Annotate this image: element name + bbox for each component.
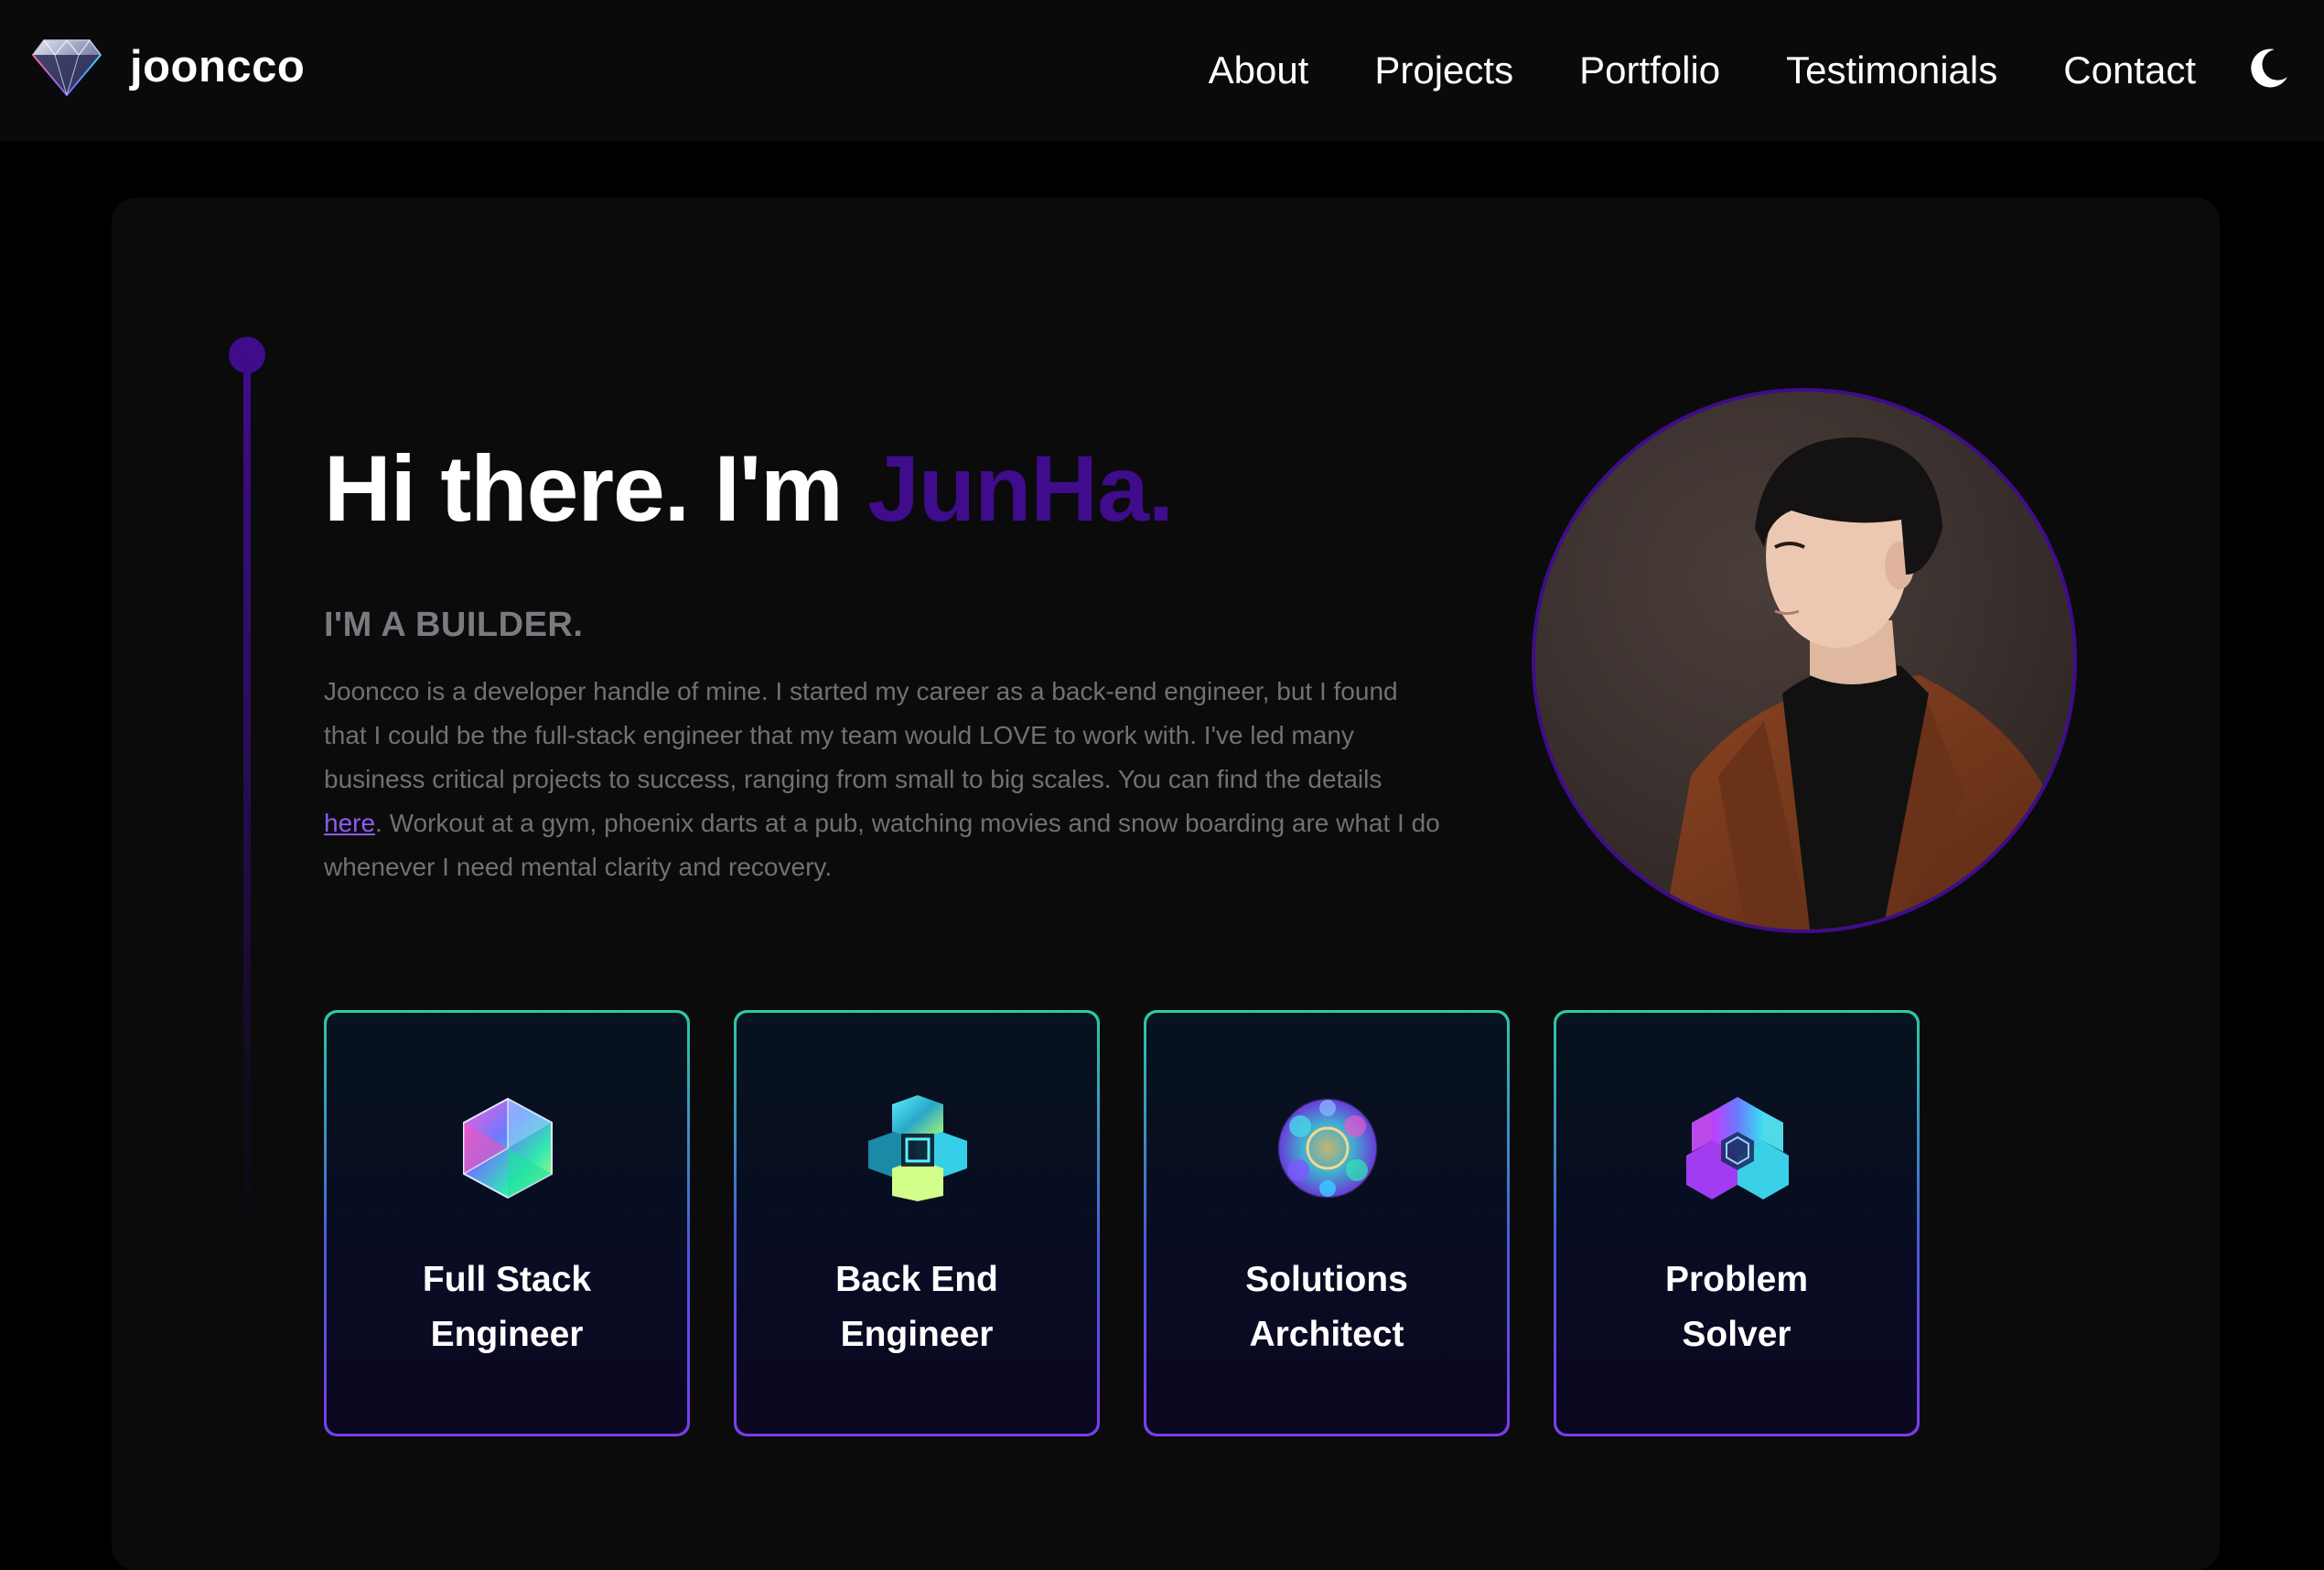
- timeline-line: [243, 353, 251, 1277]
- brand-home-link[interactable]: jooncco: [31, 35, 305, 99]
- brand-name: jooncco: [130, 42, 306, 91]
- role-card-problem-solver: Problem Solver: [1554, 1010, 1920, 1436]
- hero-title: Hi there. I'm JunHa.: [324, 436, 1174, 543]
- diamond-icon: [32, 39, 102, 97]
- nav-about[interactable]: About: [1209, 48, 1309, 92]
- icosahedron-icon: [463, 1097, 553, 1199]
- nav-testimonials[interactable]: Testimonials: [1786, 48, 1997, 92]
- main-nav: About Projects Portfolio Testimonials Co…: [1143, 0, 2196, 141]
- cube-lattice-icon: [868, 1095, 967, 1201]
- moon-icon[interactable]: [2247, 46, 2291, 90]
- bio-details-link[interactable]: here: [324, 809, 375, 837]
- role-label: Full Stack Engineer: [422, 1260, 592, 1354]
- hero-name: JunHa.: [867, 436, 1174, 541]
- role-label: Solutions Architect: [1245, 1260, 1408, 1354]
- nav-portfolio[interactable]: Portfolio: [1579, 48, 1720, 92]
- role-label: Back End Engineer: [835, 1260, 998, 1354]
- navbar: jooncco About Projects Portfolio Testimo…: [0, 0, 2324, 141]
- role-card-full-stack: Full Stack Engineer: [324, 1010, 690, 1436]
- nav-contact[interactable]: Contact: [2063, 48, 2196, 92]
- role-card-back-end: Back End Engineer: [734, 1010, 1100, 1436]
- hero-greeting: Hi there. I'm: [324, 436, 868, 541]
- hero-subtitle: I'M A BUILDER.: [324, 606, 584, 644]
- hexagon-cluster-icon: [1686, 1097, 1789, 1199]
- hero-bio: Jooncco is a developer handle of mine. I…: [324, 670, 1440, 889]
- nav-projects[interactable]: Projects: [1374, 48, 1513, 92]
- profile-photo: [1532, 388, 2077, 933]
- role-label: Problem Solver: [1664, 1260, 1809, 1354]
- roles-list: Full Stack Engineer Back End Engineer So…: [324, 1010, 1964, 1436]
- bio-text-start: Jooncco is a developer handle of mine. I…: [324, 677, 1398, 793]
- sphere-cluster-icon: [1277, 1098, 1378, 1199]
- hero-section: Hi there. I'm JunHa. I'M A BUILDER. Joon…: [112, 198, 2220, 1570]
- role-card-solutions-architect: Solutions Architect: [1144, 1010, 1510, 1436]
- portrait-illustration: [1535, 392, 2073, 930]
- bio-text-end: . Workout at a gym, phoenix darts at a p…: [324, 809, 1440, 881]
